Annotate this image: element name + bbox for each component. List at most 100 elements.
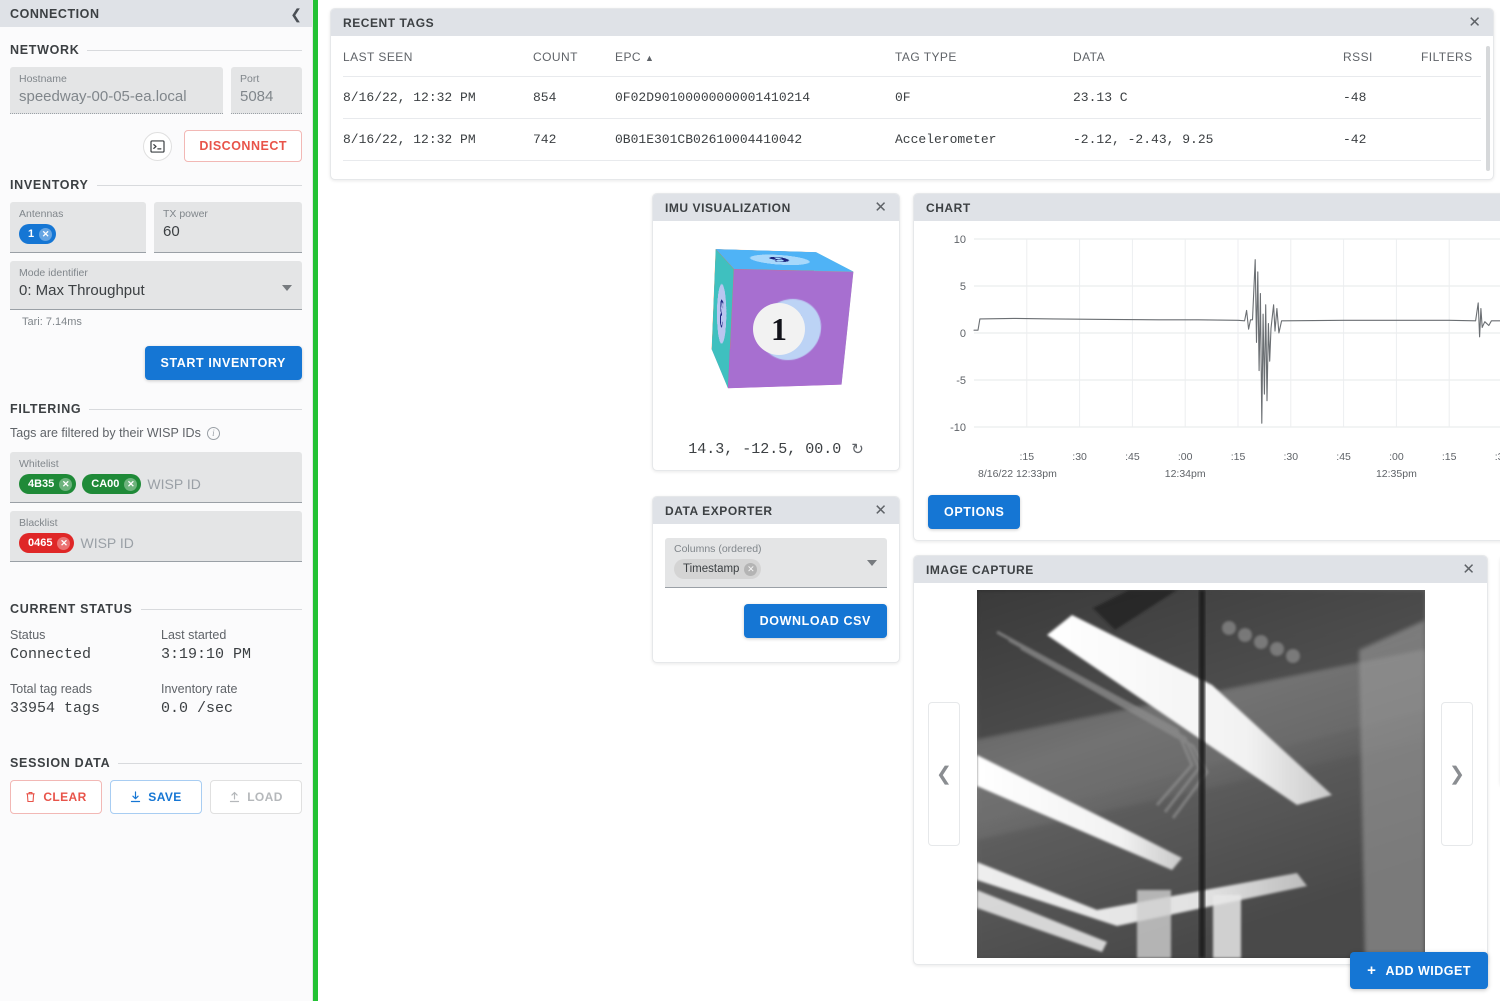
port-label: Port [240, 72, 293, 86]
divider [118, 763, 302, 764]
chart-x-axis: :15:30:45:00:15:30:45:00:15:30:45:00:15:… [928, 446, 1500, 492]
column-tag-type[interactable]: TAG TYPE [895, 36, 1073, 77]
txpower-label: TX power [163, 207, 293, 221]
blacklist-chip[interactable]: 0465 ✕ [19, 533, 74, 553]
filtering-hint: Tags are filtered by their WISP IDs i [10, 426, 302, 440]
column-chip[interactable]: Timestamp ✕ [674, 559, 761, 579]
column-chip-label: Timestamp [683, 562, 739, 576]
cell-tag-type: Accelerometer [895, 119, 1073, 161]
imu-cube[interactable]: 2 3 4 5 6 1 1 [701, 241, 851, 391]
chevron-left-icon[interactable]: ❮ [290, 7, 302, 21]
remove-chip-icon[interactable]: ✕ [124, 478, 137, 491]
table-row[interactable]: 8/16/22, 12:32 PM 742 0B01E301CB02610004… [343, 119, 1481, 161]
svg-text::45: :45 [1125, 451, 1140, 463]
columns-select[interactable]: Columns (ordered) Timestamp ✕ [665, 538, 887, 588]
cell-tag-type: 0F [895, 77, 1073, 119]
section-session-header: SESSION DATA [10, 756, 302, 770]
column-rssi[interactable]: RSSI [1343, 36, 1421, 77]
status-grid: Status Connected Last started 3:19:10 PM… [10, 626, 302, 720]
hostname-field[interactable]: Hostname speedway-00-05-ea.local [10, 67, 223, 114]
close-icon[interactable]: ✕ [874, 200, 887, 215]
refresh-icon[interactable]: ↻ [851, 440, 864, 459]
disconnect-button[interactable]: DISCONNECT [184, 130, 302, 162]
inventory-fields: Antennas 1 ✕ TX power 60 [10, 202, 302, 253]
mode-identifier-value: 0: Max Throughput [19, 280, 293, 301]
svg-text:12:35pm: 12:35pm [1376, 468, 1417, 480]
column-epc[interactable]: EPC▲ [615, 36, 895, 77]
antenna-chip[interactable]: 1 ✕ [19, 224, 56, 244]
chart-header: CHART ✕ [914, 194, 1500, 221]
download-csv-button[interactable]: DOWNLOAD CSV [744, 604, 887, 638]
prev-image-button[interactable]: ❮ [928, 702, 960, 846]
divider [141, 609, 302, 610]
sort-asc-icon: ▲ [645, 53, 654, 63]
txpower-field[interactable]: TX power 60 [154, 202, 302, 253]
captured-image [977, 590, 1425, 958]
image-capture-header: IMAGE CAPTURE ✕ [914, 556, 1487, 583]
blacklist-field[interactable]: Blacklist 0465 ✕ WISP ID [10, 511, 302, 562]
whitelist-chip[interactable]: CA00 ✕ [82, 474, 141, 494]
hostname-label: Hostname [19, 72, 214, 86]
load-button[interactable]: LOAD [210, 780, 302, 814]
whitelist-chips: 4B35 ✕ CA00 ✕ WISP ID [19, 471, 293, 496]
blacklist-chip-label: 0465 [28, 536, 52, 550]
close-icon[interactable]: ✕ [1468, 15, 1481, 30]
column-data[interactable]: DATA [1073, 36, 1343, 77]
load-label: LOAD [247, 790, 283, 804]
sidebar: CONNECTION ❮ NETWORK Hostname speedway-0… [0, 0, 313, 1001]
start-inventory-button[interactable]: START INVENTORY [145, 346, 302, 380]
imu-body: 2 3 4 5 6 1 1 14.3, -12.5, 00.0 ↻ [653, 221, 899, 471]
antennas-field[interactable]: Antennas 1 ✕ [10, 202, 146, 253]
chart-plot[interactable]: 1050-5-10 [928, 231, 1500, 446]
remove-chip-icon[interactable]: ✕ [39, 228, 52, 241]
imu-header: IMU VISUALIZATION ✕ [653, 194, 899, 221]
section-status-label: CURRENT STATUS [10, 602, 133, 616]
close-icon[interactable]: ✕ [1462, 562, 1475, 577]
recent-tags-table: LAST SEEN COUNT EPC▲ TAG TYPE DATA RSSI … [343, 36, 1481, 161]
whitelist-field[interactable]: Whitelist 4B35 ✕ CA00 ✕ WISP ID [10, 452, 302, 503]
antenna-chip-label: 1 [28, 227, 34, 241]
cell-epc: 0F02D90100000000001410214 [615, 77, 895, 119]
whitelist-chip-label: CA00 [91, 477, 119, 491]
next-image-button[interactable]: ❯ [1441, 702, 1473, 846]
column-last-seen[interactable]: LAST SEEN [343, 36, 533, 77]
mode-identifier-label: Mode identifier [19, 266, 293, 280]
svg-text:0: 0 [960, 328, 966, 340]
options-button[interactable]: OPTIONS [928, 495, 1020, 529]
remove-chip-icon[interactable]: ✕ [57, 537, 70, 550]
remove-chip-icon[interactable]: ✕ [744, 563, 757, 576]
whitelist-chip[interactable]: 4B35 ✕ [19, 474, 76, 494]
column-count[interactable]: COUNT [533, 36, 615, 77]
cell-rssi: -48 [1343, 77, 1421, 119]
column-filters[interactable]: FILTERS [1421, 36, 1481, 77]
port-value: 5084 [240, 86, 293, 107]
plus-icon: + [1367, 963, 1376, 978]
port-field[interactable]: Port 5084 [231, 67, 302, 114]
save-button[interactable]: SAVE [110, 780, 202, 814]
table-scrollbar[interactable] [1486, 46, 1490, 171]
info-icon[interactable]: i [207, 427, 220, 440]
terminal-icon[interactable] [143, 132, 172, 161]
clear-button[interactable]: CLEAR [10, 780, 102, 814]
add-widget-button[interactable]: + ADD WIDGET [1350, 952, 1488, 989]
sidebar-body: NETWORK Hostname speedway-00-05-ea.local… [0, 27, 312, 1001]
mode-identifier-select[interactable]: Mode identifier 0: Max Throughput [10, 261, 302, 310]
chevron-down-icon[interactable] [867, 560, 877, 566]
table-row[interactable]: 8/16/22, 12:32 PM 854 0F02D9010000000000… [343, 77, 1481, 119]
remove-chip-icon[interactable]: ✕ [59, 478, 72, 491]
svg-text:-5: -5 [956, 375, 966, 387]
save-label: SAVE [148, 790, 181, 804]
close-icon[interactable]: ✕ [874, 503, 887, 518]
svg-text::15: :15 [1442, 451, 1457, 463]
antennas-chips: 1 ✕ [19, 221, 137, 246]
filtering-hint-text: Tags are filtered by their WISP IDs [10, 426, 201, 440]
cell-count: 742 [533, 119, 615, 161]
cube-face-label: 3 [716, 279, 728, 352]
add-widget-label: ADD WIDGET [1385, 964, 1471, 978]
chevron-down-icon[interactable] [282, 285, 292, 291]
table-body: 8/16/22, 12:32 PM 854 0F02D9010000000000… [343, 77, 1481, 161]
inventory-actions: START INVENTORY [10, 346, 302, 380]
blacklist-placeholder: WISP ID [80, 535, 133, 551]
cell-data: -2.12, -2.43, 9.25 [1073, 119, 1343, 161]
status-value: Connected [10, 644, 151, 666]
